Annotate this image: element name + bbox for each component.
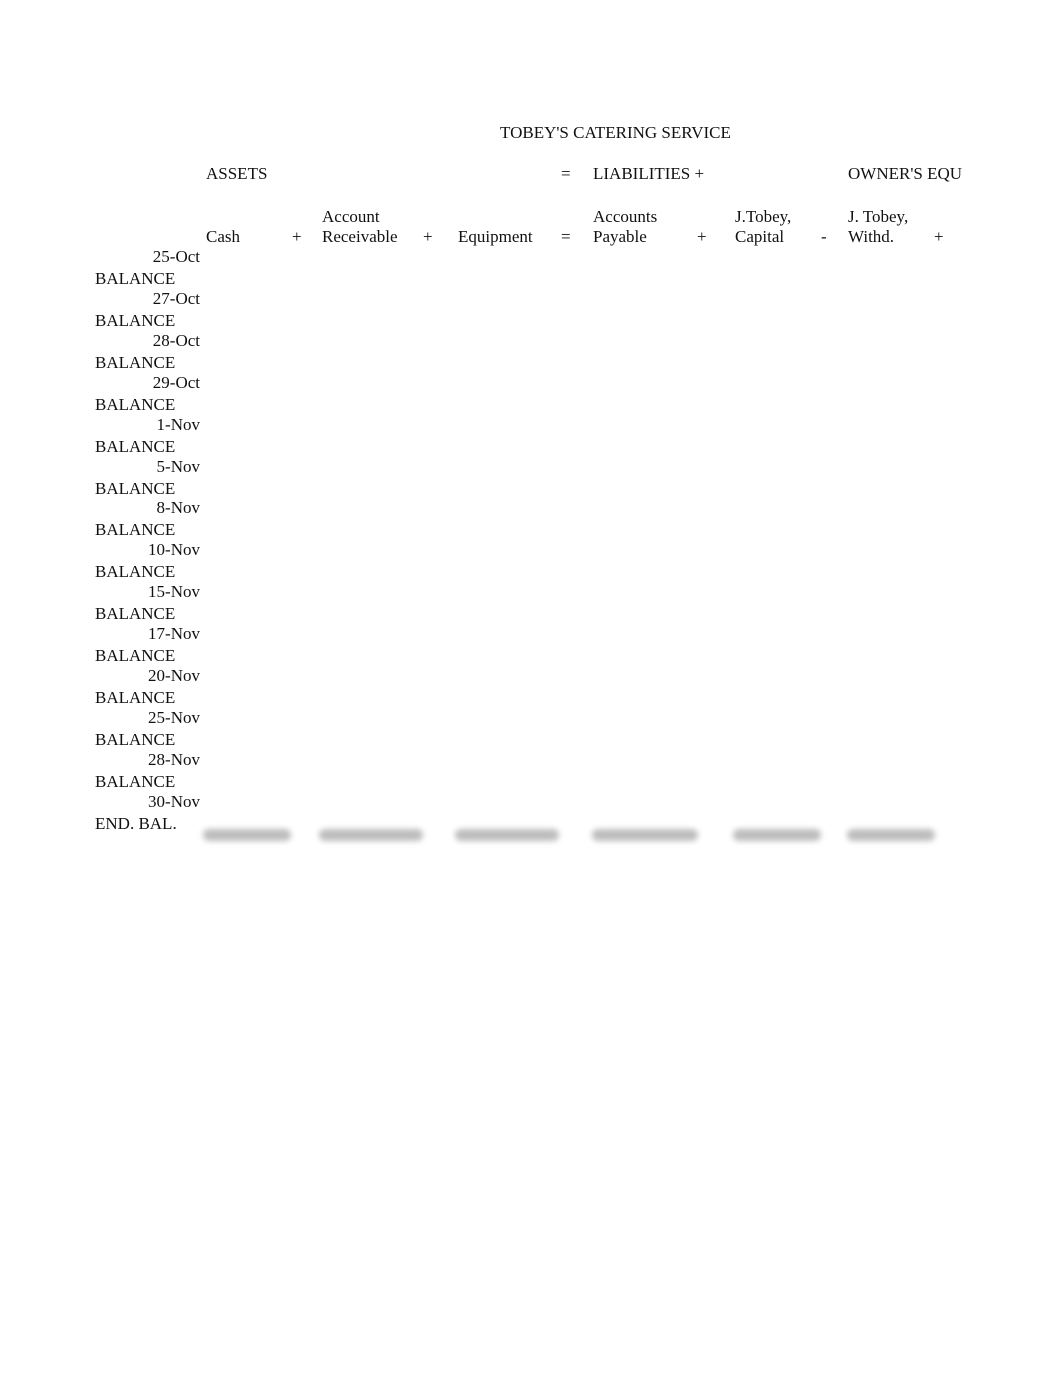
column-capital-line1: J.Tobey, xyxy=(735,207,792,226)
row-balance-label: END. BAL. xyxy=(95,813,177,833)
row-date: 20-Nov xyxy=(148,666,200,685)
column-accounts-receivable-line1: Account xyxy=(322,207,380,226)
column-equipment: Equipment xyxy=(458,227,533,246)
row-date: 27-Oct xyxy=(152,288,200,308)
row-date: 10-Nov xyxy=(148,540,200,560)
row-date: 5-Nov xyxy=(156,456,200,476)
row-balance-label: BALANCE xyxy=(95,604,176,624)
row-date: 25-Nov xyxy=(148,707,200,727)
row-date: 30-Nov xyxy=(148,791,200,811)
blurred-value xyxy=(847,829,935,841)
row-date: 28-Nov xyxy=(148,749,200,769)
column-withdrawals-line1: J. Tobey, xyxy=(848,207,909,226)
plus-sign: + xyxy=(934,227,944,246)
row-balance-label: BALANCE xyxy=(95,394,176,414)
row-date: 1-Nov xyxy=(156,414,200,434)
blurred-value xyxy=(319,829,423,841)
row-date: 29-Oct xyxy=(152,372,200,392)
column-cash: Cash xyxy=(206,227,240,246)
row-balance-label: BALANCE xyxy=(95,478,176,498)
row-balance-label: BALANCE xyxy=(95,688,176,707)
equals-sign: = xyxy=(561,227,571,246)
plus-sign: + xyxy=(423,227,433,246)
minus-sign: - xyxy=(821,227,827,246)
section-owners-equity: OWNER'S EQU xyxy=(848,164,963,183)
section-assets: ASSETS xyxy=(206,164,268,183)
row-balance-label: BALANCE xyxy=(95,646,176,666)
row-balance-label: BALANCE xyxy=(95,520,176,540)
column-withdrawals-line2: Withd. xyxy=(848,227,895,246)
blurred-value xyxy=(733,829,821,841)
document-title: TOBEY'S CATERING SERVICE xyxy=(500,123,731,142)
row-date: 28-Oct xyxy=(152,330,200,350)
row-balance-label: BALANCE xyxy=(95,269,176,288)
row-balance-label: BALANCE xyxy=(95,310,176,330)
row-balance-label: BALANCE xyxy=(95,562,176,582)
row-balance-label: BALANCE xyxy=(95,729,176,749)
row-balance-label: BALANCE xyxy=(95,771,176,791)
row-balance-label: BALANCE xyxy=(95,352,176,372)
equals-sign: = xyxy=(561,164,571,183)
blurred-value xyxy=(592,829,698,841)
plus-sign: + xyxy=(292,227,302,246)
column-accounts-receivable-line2: Receivable xyxy=(322,227,398,246)
row-balance-label: BALANCE xyxy=(95,436,176,456)
row-date: 8-Nov xyxy=(156,498,200,518)
blurred-value xyxy=(203,829,291,841)
row-date: 17-Nov xyxy=(148,624,200,644)
row-date: 15-Nov xyxy=(148,582,200,602)
column-capital-line2: Capital xyxy=(735,227,785,246)
row-date: 25-Oct xyxy=(152,247,200,266)
section-liabilities: LIABILITIES + xyxy=(593,164,705,183)
column-accounts-payable-line2: Payable xyxy=(593,227,647,246)
blurred-value xyxy=(455,829,559,841)
column-accounts-payable-line1: Accounts xyxy=(593,207,658,226)
plus-sign: + xyxy=(697,227,707,246)
